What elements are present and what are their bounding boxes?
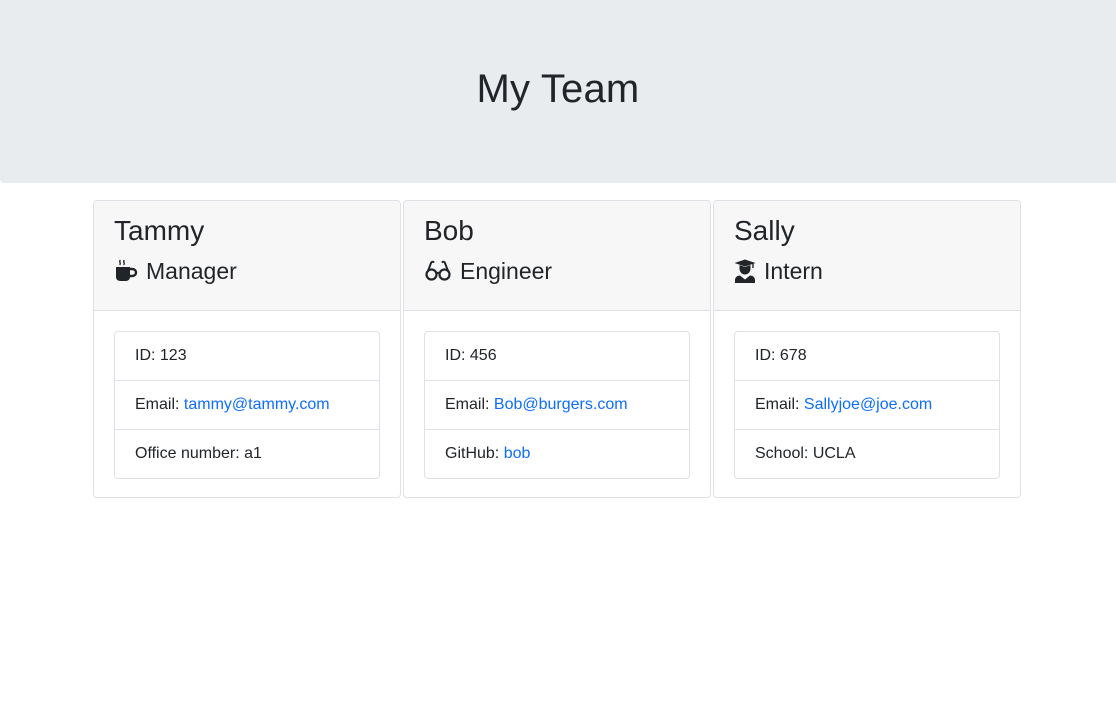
email-row: Email: Sallyjoe@joe.com [735,381,999,430]
member-name: Tammy [114,215,205,246]
email-label: Email: [755,396,804,413]
office-number-row: Office number: a1 [115,430,379,478]
member-role: Engineer [424,257,690,285]
team-member-card-engineer: Bob Engineer ID: 456 Email: Bob@burgers.… [403,200,711,498]
email-label: Email: [445,396,494,413]
email-link[interactable]: Sallyjoe@joe.com [804,396,932,413]
member-name: Bob [424,215,474,246]
school-label: School: [755,445,813,462]
page-title: My Team [476,67,640,111]
id-value: 456 [469,347,497,364]
email-row: Email: tammy@tammy.com [115,381,379,430]
team-member-card-manager: Tammy Manager ID: 123 Email: tammy@tammy… [93,200,401,498]
info-list: ID: 678 Email: Sallyjoe@joe.com School: … [734,331,1000,479]
member-name: Sally [734,215,795,246]
card-header: Tammy Manager [94,201,400,311]
role-label: Intern [764,258,823,284]
member-role: Manager [114,257,380,285]
id-value: 678 [779,347,807,364]
glasses-icon [424,260,452,282]
office-number-label: Office number: [135,445,245,462]
info-list: ID: 123 Email: tammy@tammy.com Office nu… [114,331,380,479]
school-value: UCLA [812,445,856,462]
id-label: ID: [445,347,470,364]
page-header: My Team [0,0,1116,183]
office-number-value: a1 [244,445,262,462]
id-row: ID: 456 [425,332,689,381]
github-link[interactable]: bob [504,445,531,462]
id-label: ID: [135,347,160,364]
id-value: 123 [159,347,187,364]
card-body: ID: 456 Email: Bob@burgers.com GitHub: b… [404,311,710,497]
member-role: Intern [734,257,1000,285]
id-row: ID: 678 [735,332,999,381]
role-label: Engineer [460,258,553,284]
team-member-card-intern: Sally Intern ID: 678 Email: Sallyjoe@joe… [713,200,1021,498]
id-label: ID: [755,347,780,364]
email-label: Email: [135,396,184,413]
github-label: GitHub: [445,445,504,462]
school-row: School: UCLA [735,430,999,478]
email-row: Email: Bob@burgers.com [425,381,689,430]
role-label: Manager [146,258,237,284]
card-body: ID: 123 Email: tammy@tammy.com Office nu… [94,311,400,497]
mug-hot-icon [114,259,138,283]
info-list: ID: 456 Email: Bob@burgers.com GitHub: b… [424,331,690,479]
graduate-icon [734,259,756,283]
email-link[interactable]: Bob@burgers.com [494,396,628,413]
email-link[interactable]: tammy@tammy.com [184,396,330,413]
card-header: Bob Engineer [404,201,710,311]
id-row: ID: 123 [115,332,379,381]
github-row: GitHub: bob [425,430,689,478]
card-body: ID: 678 Email: Sallyjoe@joe.com School: … [714,311,1020,497]
card-header: Sally Intern [714,201,1020,311]
